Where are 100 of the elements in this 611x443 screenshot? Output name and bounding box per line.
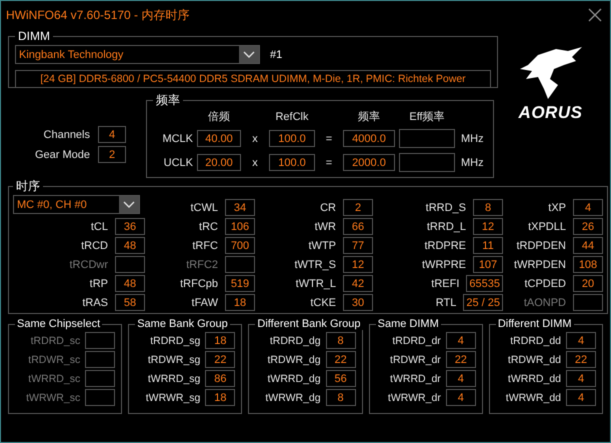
timing-label: tWRWR_dg bbox=[265, 392, 321, 404]
timing-label: tWRRD_sg bbox=[148, 372, 200, 384]
timing-label: tRDRD_sg bbox=[150, 334, 200, 346]
timing-value-field: 12 bbox=[343, 256, 373, 273]
timing-value-field: 22 bbox=[205, 351, 236, 368]
column-header: 倍频 bbox=[207, 110, 231, 124]
timing-value-field: 4 bbox=[566, 389, 596, 406]
timing-label: tCL bbox=[90, 220, 108, 232]
timing-value-field: 18 bbox=[205, 332, 236, 349]
timing-label: tWTP bbox=[308, 240, 336, 252]
refclk-field: 100.0 bbox=[269, 154, 315, 171]
timing-label: tWR bbox=[314, 220, 336, 232]
timing-value-field: 4 bbox=[566, 370, 596, 387]
timing-value-field: 2 bbox=[343, 199, 373, 216]
timing-value-field bbox=[85, 351, 116, 368]
group-legend: Different DIMM bbox=[496, 318, 574, 330]
timing-label: tRRD_L bbox=[426, 220, 466, 232]
timing-value-field: 22 bbox=[326, 351, 356, 368]
timing-label: tRCDwr bbox=[70, 258, 108, 270]
timing-value-field: 4 bbox=[446, 332, 476, 349]
operator: x bbox=[251, 156, 259, 168]
eff-frequency-field bbox=[399, 129, 455, 148]
timing-label: tRDPDEN bbox=[516, 240, 566, 252]
timing-label: tAONPD bbox=[524, 296, 566, 308]
timing-label: tCKE bbox=[310, 296, 336, 308]
timing-label: tCPDED bbox=[524, 278, 566, 290]
timing-value-field: 34 bbox=[225, 199, 255, 216]
timing-value-field: 25 / 25 bbox=[463, 294, 503, 311]
multiplier-field: 40.00 bbox=[197, 130, 241, 147]
module-description: [24 GB] DDR5-6800 / PC5-54400 DDR5 SDRAM UDIMM, M-Die, 1R, PMIC: Richtek Power bbox=[15, 70, 491, 88]
timing-value-field: 4 bbox=[446, 370, 476, 387]
timing-value-field: 700 bbox=[225, 237, 255, 254]
timing-value-field: 48 bbox=[115, 275, 145, 292]
module-dropdown[interactable]: Kingbank Technology bbox=[15, 45, 260, 64]
timing-label: tRC bbox=[199, 220, 218, 232]
timing-value-field: 26 bbox=[573, 218, 603, 235]
group-legend: Same Bank Group bbox=[135, 318, 230, 330]
eff-frequency-field bbox=[399, 153, 455, 172]
timing-value-field: 8 bbox=[473, 199, 503, 216]
timing-value-field: 66 bbox=[343, 218, 373, 235]
timing-value-field bbox=[115, 256, 145, 273]
operator: x bbox=[251, 132, 259, 144]
timing-label: tRDRD_dd bbox=[510, 334, 562, 346]
timing-label: tRDWR_dd bbox=[508, 354, 562, 366]
timing-value-field: 106 bbox=[225, 218, 255, 235]
timing-value-field: 4 bbox=[573, 199, 603, 216]
timing-value-field: 58 bbox=[115, 294, 145, 311]
unit-label: MHz bbox=[460, 132, 485, 144]
timing-label: tREFI bbox=[431, 278, 460, 290]
value-field: 2 bbox=[98, 146, 126, 163]
timing-label: tWRRD_dd bbox=[508, 372, 562, 384]
timing-label: tWRPRE bbox=[422, 258, 466, 270]
timing-value-field: 86 bbox=[205, 370, 236, 387]
timing-label: tXPDLL bbox=[528, 220, 566, 232]
timing-value-field: 18 bbox=[205, 389, 236, 406]
timing-value-field: 44 bbox=[573, 237, 603, 254]
close-icon[interactable] bbox=[588, 8, 602, 22]
timing-label: tRAS bbox=[82, 296, 108, 308]
timing-value-field: 519 bbox=[225, 275, 255, 292]
group-legend: Same DIMM bbox=[376, 318, 441, 330]
group-legend: Different Bank Group bbox=[255, 318, 363, 330]
timing-value-field: 22 bbox=[446, 351, 476, 368]
timing-label: tWRPDEN bbox=[514, 258, 566, 270]
group-legend: DIMM bbox=[15, 29, 53, 43]
caret-icon bbox=[119, 196, 139, 213]
timing-value-field: 4 bbox=[566, 332, 596, 349]
timing-label: tCWL bbox=[190, 202, 218, 214]
timing-label: tRP bbox=[90, 278, 108, 290]
column-header: Eff频率 bbox=[408, 110, 446, 124]
group-legend: 频率 bbox=[153, 92, 183, 109]
timing-value-field: 36 bbox=[115, 218, 145, 235]
timing-label: tRDWR_sc bbox=[28, 354, 80, 366]
timing-value-field: 42 bbox=[343, 275, 373, 292]
clock-label: UCLK bbox=[162, 156, 193, 168]
frequency-field: 4000.0 bbox=[343, 130, 395, 147]
timing-value-field: 107 bbox=[473, 256, 503, 273]
timing-label: tRDWR_dg bbox=[268, 354, 321, 366]
channel-dropdown[interactable]: MC #0, CH #0 bbox=[13, 195, 140, 214]
operator: = bbox=[324, 132, 334, 144]
slot-number: #1 bbox=[270, 48, 282, 60]
clock-label: MCLK bbox=[161, 132, 193, 144]
timing-label: tRDWR_sg bbox=[148, 354, 200, 366]
timing-label: tWRWR_dd bbox=[506, 392, 562, 404]
timing-label: tRDRD_dg bbox=[270, 334, 321, 346]
timing-label: tRDRD_sc bbox=[30, 334, 80, 346]
timing-label: tWRWR_dr bbox=[388, 392, 441, 404]
column-header: RefClk bbox=[274, 110, 310, 122]
timing-value-field: 8 bbox=[326, 332, 356, 349]
timing-label: tRDWR_dr bbox=[390, 354, 441, 366]
timing-value-field bbox=[85, 389, 116, 406]
timing-value-field bbox=[573, 294, 603, 311]
timing-value-field: 48 bbox=[115, 237, 145, 254]
timing-value-field: 30 bbox=[343, 294, 373, 311]
group-legend: 时序 bbox=[13, 178, 43, 195]
brand-logo-text: AORUS bbox=[518, 103, 582, 123]
timing-label: tRDRD_dr bbox=[392, 334, 441, 346]
timing-value-field: 11 bbox=[473, 237, 503, 254]
timing-label: tWRRD_dr bbox=[390, 372, 441, 384]
field-label: Gear Mode bbox=[34, 148, 90, 160]
timing-value-field: 8 bbox=[326, 389, 356, 406]
